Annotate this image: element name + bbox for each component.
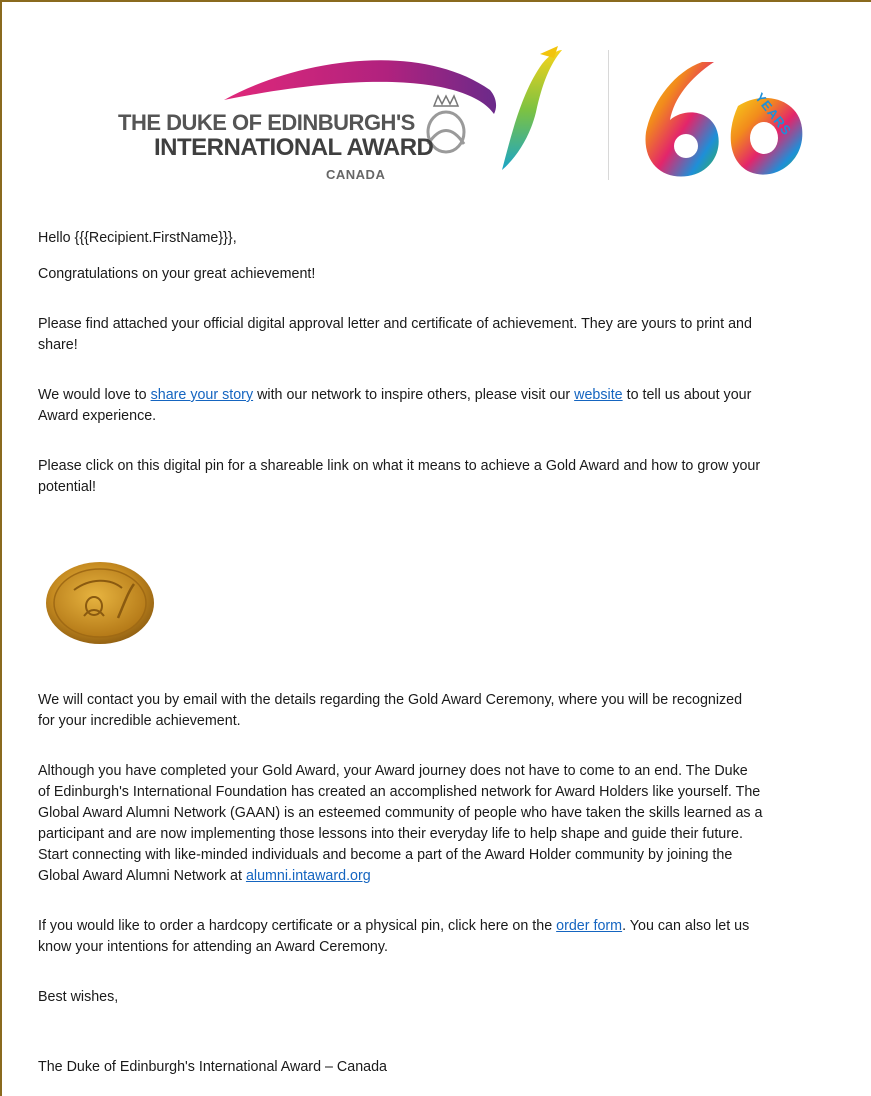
- crown-emblem: [426, 94, 466, 154]
- journey-paragraph-line6: Global Award Alumni Network at alumni.in…: [38, 866, 871, 886]
- contact-paragraph-line1: We will contact you by email with the de…: [38, 692, 743, 708]
- logo-text-line3: CANADA: [326, 167, 386, 182]
- journey-text-a: Global Award Alumni Network at: [38, 868, 246, 884]
- journey-paragraph-line1: Although you have completed your Gold Aw…: [38, 763, 748, 779]
- story-paragraph-line1: We would love to share your story with o…: [38, 385, 871, 405]
- order-text-b: . You can also let us: [622, 918, 750, 934]
- greeting: Hello {{{Recipient.FirstName}}},: [38, 230, 237, 246]
- attached-paragraph-line1: Please find attached your official digit…: [38, 316, 752, 332]
- award-logo-graphic: [224, 46, 803, 177]
- story-text-a: We would love to: [38, 387, 151, 403]
- journey-paragraph-line4: participant and are now implementing tho…: [38, 826, 743, 842]
- order-paragraph-line1: If you would like to order a hardcopy ce…: [38, 916, 871, 936]
- share-your-story-link[interactable]: share your story: [151, 387, 254, 403]
- order-text-a: If you would like to order a hardcopy ce…: [38, 918, 557, 934]
- journey-paragraph-line5: Start connecting with like-minded indivi…: [38, 847, 733, 863]
- order-form-link[interactable]: order form: [556, 918, 622, 934]
- email-header-banner: THE DUKE OF EDINBURGH'S INTERNATIONAL AW…: [2, 2, 871, 202]
- attached-paragraph-line2: share!: [38, 337, 78, 353]
- gold-pin-icon: [46, 562, 154, 644]
- signature: The Duke of Edinburgh's International Aw…: [38, 1059, 387, 1075]
- logo-divider: [608, 50, 609, 180]
- story-text-c: to tell us about your: [622, 387, 752, 403]
- contact-paragraph-line2: for your incredible achievement.: [38, 713, 241, 729]
- alumni-intaward-link[interactable]: alumni.intaward.org: [246, 868, 371, 884]
- journey-paragraph-line2: of Edinburgh's International Foundation …: [38, 784, 761, 800]
- signoff: Best wishes,: [38, 989, 119, 1005]
- congrats-paragraph: Congratulations on your great achievemen…: [38, 266, 316, 282]
- journey-paragraph-line3: Global Award Alumni Network (GAAN) is an…: [38, 805, 763, 821]
- email-body: THE DUKE OF EDINBURGH'S INTERNATIONAL AW…: [0, 0, 871, 1096]
- pin-paragraph-line2: potential!: [38, 479, 97, 495]
- pin-paragraph-line1: Please click on this digital pin for a s…: [38, 458, 761, 474]
- logo-text-line1: THE DUKE OF EDINBURGH'S: [118, 110, 415, 135]
- story-text-b: with our network to inspire others, plea…: [253, 387, 575, 403]
- logo-text-line2: INTERNATIONAL AWARD: [154, 134, 434, 161]
- order-paragraph-line2: know your intentions for attending an Aw…: [38, 939, 388, 955]
- website-link[interactable]: website: [574, 387, 622, 403]
- digital-gold-pin-link[interactable]: [44, 560, 156, 651]
- story-paragraph-line2: Award experience.: [38, 408, 157, 424]
